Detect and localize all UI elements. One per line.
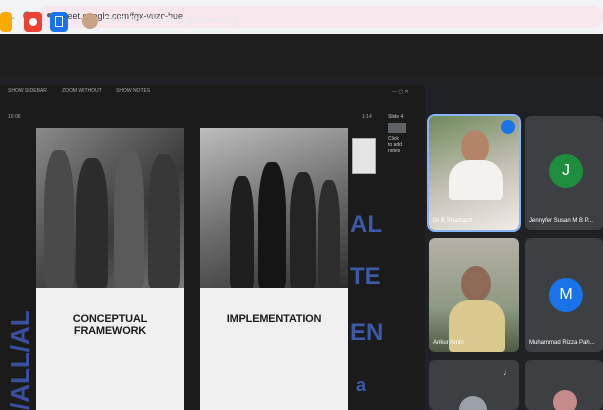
page-indicator: 10 06: [8, 114, 21, 120]
participant-avatar: J: [549, 154, 583, 188]
participant-tile[interactable]: Ankur Amin: [429, 238, 519, 352]
slide-title: CONCEPTUAL FRAMEWORK: [72, 313, 148, 337]
slide-decor-text: /ALL/AL: [5, 310, 35, 410]
apps-button[interactable]: [0, 12, 12, 32]
slide-side-text: a: [356, 375, 367, 395]
record-button[interactable]: [24, 12, 42, 32]
participant-name: Ankur Amin: [433, 340, 464, 346]
participant-face: [461, 266, 491, 302]
business-team-photo: [200, 128, 348, 288]
slide-title: IMPLEMENTATION: [226, 313, 322, 325]
participant-tile[interactable]: ♩: [429, 360, 519, 410]
record-icon: [29, 18, 37, 26]
notes-title: Slide 4: [388, 114, 404, 120]
toolbar-item[interactable]: SHOW SIDEBAR: [8, 88, 47, 94]
meet-top-bar: [0, 34, 603, 78]
participant-tile[interactable]: M Muhammad Rizza Pah...: [525, 238, 603, 352]
participant-tile[interactable]: [525, 360, 603, 410]
present-button[interactable]: [50, 12, 68, 32]
participant-name: Muhammad Rizza Pah...: [529, 340, 595, 346]
zoom-indicator: 1:14: [362, 114, 372, 120]
slide-side-text: AL: [350, 211, 382, 238]
participant-face: [461, 130, 489, 164]
participant-avatar: M: [549, 278, 583, 312]
participant-body: [449, 160, 503, 200]
slide-side-text: TE: [350, 263, 381, 290]
participant-avatar: [459, 396, 487, 410]
participant-avatar: [553, 390, 577, 410]
toolbar-item[interactable]: SHOW NOTES: [116, 88, 150, 94]
institution-logo: [352, 138, 376, 174]
mic-icon: ♩: [503, 368, 511, 377]
participant-name: Dr B Shadrach: [433, 218, 473, 224]
present-icon: [55, 16, 63, 27]
notes-panel: Slide 4 Click to add notes: [388, 114, 424, 214]
speaking-indicator-icon: [501, 120, 515, 134]
slide-side-text: EN: [350, 319, 384, 346]
presenting-label: Dr B Shadrach is presenting: [104, 15, 239, 26]
notes-hint: notes: [388, 148, 401, 154]
participant-tile[interactable]: J Jennyfer Susan M B P...: [525, 116, 603, 230]
presentation-toolbar: SHOW SIDEBAR ZOOM WITHOUT SHOW NOTES: [0, 88, 425, 102]
team-photo: [36, 128, 184, 288]
toolbar-item[interactable]: ZOOM WITHOUT: [62, 88, 102, 94]
slide-thumbnail[interactable]: [388, 123, 406, 133]
participant-tile[interactable]: Dr B Shadrach: [427, 114, 521, 232]
slide-counter-bar: 10 06 1:14: [0, 114, 380, 124]
participant-name: Jennyfer Susan M B P...: [529, 218, 593, 224]
presenter-avatar: [82, 13, 98, 29]
